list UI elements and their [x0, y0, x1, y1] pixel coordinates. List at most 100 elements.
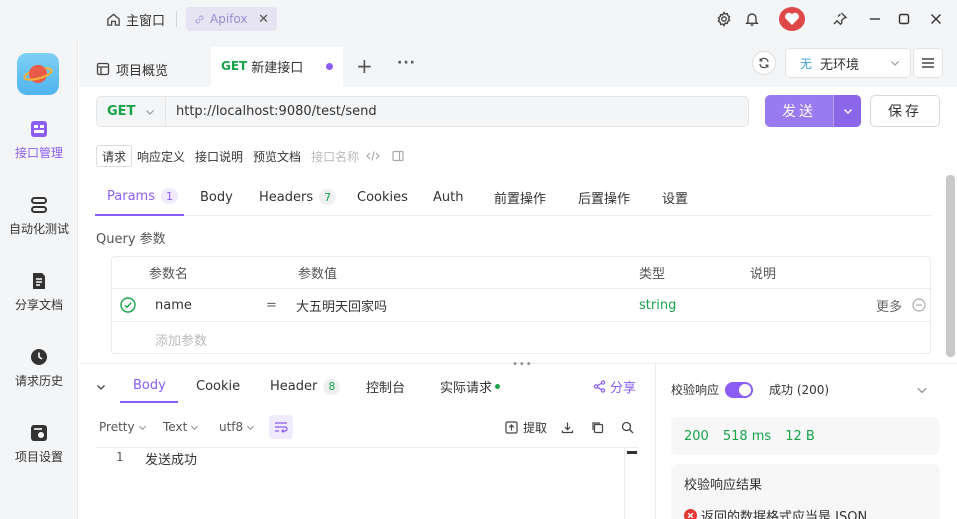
- sidebar-item-label: 接口管理: [14, 146, 63, 160]
- tab-cookies[interactable]: Cookies: [357, 178, 408, 216]
- response-body-editor[interactable]: 1 发送成功: [96, 447, 638, 519]
- editor-scrollbar[interactable]: [624, 448, 638, 519]
- encoding-select[interactable]: utf8: [219, 415, 255, 439]
- home-window-tab[interactable]: 主窗口: [106, 9, 165, 29]
- validation-error-item: 返回的数据格式应当是 JSON: [684, 506, 867, 519]
- download-icon[interactable]: [561, 415, 574, 439]
- tab-new-api[interactable]: GET 新建接口: [211, 47, 343, 87]
- more-tabs-button[interactable]: ···: [397, 55, 416, 71]
- subtab-response-definition[interactable]: 响应定义: [132, 145, 190, 167]
- pin-icon[interactable]: [830, 9, 850, 29]
- validation-panel: 校验响应 成功 (200) 200 518 ms 12 B 校验响应结果 返回的…: [655, 364, 957, 519]
- tab-console[interactable]: 控制台: [366, 370, 405, 403]
- send-button[interactable]: 发送: [765, 95, 833, 127]
- tab-response-body[interactable]: Body: [120, 370, 178, 403]
- extract-button[interactable]: 提取: [505, 415, 547, 439]
- history-icon: [30, 348, 48, 366]
- param-value[interactable]: 大五明天回家吗: [296, 289, 387, 321]
- param-type[interactable]: string: [639, 289, 676, 321]
- refresh-icon: [758, 57, 770, 69]
- tab-response-cookie[interactable]: Cookie: [196, 370, 240, 403]
- sidebar-item-share-docs[interactable]: 分享文档: [0, 272, 78, 328]
- response-toolbar: Pretty Text utf8 提取: [96, 415, 642, 439]
- tab-label: 实际请求: [440, 381, 493, 396]
- refresh-env-button[interactable]: [752, 51, 776, 75]
- add-param-input[interactable]: 添加参数: [155, 323, 207, 355]
- minimize-icon[interactable]: [865, 9, 885, 29]
- word-wrap-button[interactable]: [269, 415, 293, 439]
- env-badge: 无: [800, 56, 813, 71]
- response-tabs: Body Cookie Header 8 控制台 实际请求 分享: [96, 370, 644, 403]
- url-input[interactable]: http://localhost:9080/test/send: [166, 96, 749, 127]
- tab-headers[interactable]: Headers 7: [259, 178, 337, 216]
- validate-label: 校验响应: [671, 383, 720, 397]
- panel-icon[interactable]: [392, 150, 404, 162]
- send-options-button[interactable]: [833, 95, 861, 127]
- tab-pre-processors[interactable]: 前置操作: [494, 178, 546, 216]
- bell-icon[interactable]: [742, 9, 762, 29]
- sidebar-item-label: 自动化测试: [8, 222, 69, 236]
- format-select[interactable]: Pretty: [99, 415, 147, 439]
- window-close-icon[interactable]: [926, 9, 946, 29]
- tab-label: Body: [200, 189, 233, 205]
- api-name-input[interactable]: 接口名称: [306, 145, 364, 167]
- chevron-down-icon[interactable]: [916, 384, 928, 396]
- collapse-icon[interactable]: [96, 370, 106, 403]
- heart-icon: [784, 12, 800, 26]
- title-divider: [176, 11, 177, 27]
- close-icon[interactable]: ✕: [258, 12, 269, 27]
- sidebar-item-history[interactable]: 请求历史: [0, 348, 78, 404]
- project-logo[interactable]: [17, 53, 59, 95]
- tab-post-processors[interactable]: 后置操作: [578, 178, 630, 216]
- tab-project-overview[interactable]: 项目概览: [96, 58, 168, 80]
- overview-icon: [96, 62, 110, 76]
- wrap-icon: [274, 421, 288, 433]
- search-icon[interactable]: [621, 415, 634, 439]
- tab-params[interactable]: Params 1: [95, 178, 184, 216]
- sidebar-item-project-settings[interactable]: 项目设置: [0, 424, 78, 480]
- tab-label: Params: [107, 188, 155, 204]
- subtab-api-description[interactable]: 接口说明: [190, 145, 248, 167]
- code-icon[interactable]: [366, 150, 380, 162]
- sidebar-item-automation[interactable]: 自动化测试: [0, 196, 78, 252]
- extract-icon: [505, 420, 518, 434]
- tab-label: Auth: [433, 189, 464, 205]
- maximize-icon[interactable]: [894, 9, 914, 29]
- settings-icon[interactable]: [714, 9, 734, 29]
- remove-icon[interactable]: [912, 289, 926, 321]
- add-tab-button[interactable]: +: [356, 56, 373, 76]
- tab-actual-request[interactable]: 实际请求: [440, 370, 501, 403]
- tab-response-header[interactable]: Header 8: [270, 370, 341, 403]
- validate-toggle[interactable]: [725, 381, 754, 398]
- count-badge: 1: [160, 188, 178, 204]
- line-number: 1: [116, 450, 124, 464]
- scrollbar[interactable]: [946, 175, 955, 357]
- app-window-label: Apifox: [210, 12, 248, 26]
- more-button[interactable]: 更多: [876, 289, 902, 321]
- avatar[interactable]: [779, 7, 805, 31]
- save-button[interactable]: 保存: [870, 95, 940, 127]
- sidebar-item-label: 分享文档: [14, 298, 63, 312]
- environment-select[interactable]: 无 无环境: [785, 48, 911, 78]
- share-button[interactable]: 分享: [593, 370, 636, 403]
- env-menu-button[interactable]: [913, 48, 943, 78]
- enabled-checkbox[interactable]: [120, 289, 136, 321]
- param-name[interactable]: name: [155, 289, 192, 321]
- chevron-down-icon: [843, 106, 853, 116]
- tab-body[interactable]: Body: [200, 178, 233, 216]
- app-window-tab[interactable]: Apifox ✕: [186, 7, 277, 31]
- tab-label: 控制台: [366, 381, 406, 396]
- subtab-request[interactable]: 请求: [96, 145, 133, 167]
- col-desc: 说明: [750, 267, 777, 282]
- drag-handle-icon[interactable]: •••: [512, 359, 533, 370]
- subtab-preview-docs[interactable]: 预览文档: [248, 145, 306, 167]
- method-select[interactable]: GET: [96, 96, 166, 127]
- copy-icon[interactable]: [591, 415, 604, 439]
- validation-summary: 成功 (200): [769, 383, 830, 397]
- response-size: 12 B: [785, 428, 815, 444]
- tab-auth[interactable]: Auth: [433, 178, 463, 216]
- sidebar-item-api-management[interactable]: 接口管理: [0, 120, 78, 176]
- tab-settings[interactable]: 设置: [662, 178, 688, 216]
- method-value: GET: [107, 104, 136, 119]
- type-select[interactable]: Text: [163, 415, 199, 439]
